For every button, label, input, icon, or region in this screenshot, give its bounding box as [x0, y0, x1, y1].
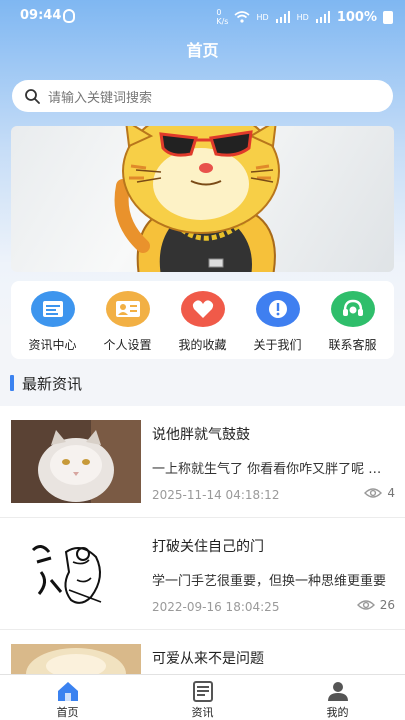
menu-item-my-favorites[interactable]: 我的收藏	[167, 291, 239, 353]
news-summary: 一上称就生气了 你看看你咋又胖了呢 奶凶奶凶的	[152, 462, 394, 477]
tab-mine[interactable]: 我的	[288, 675, 388, 720]
news-thumbnail	[11, 420, 141, 503]
status-indicators: 0 K/s HD HD 100%	[216, 8, 393, 26]
tab-label: 首页	[56, 706, 79, 719]
battery-percent: 100%	[336, 9, 377, 25]
tab-label: 我的	[326, 706, 349, 719]
search-icon	[25, 89, 40, 104]
signal-icon-2	[315, 11, 330, 23]
status-bar: 09:44 0 K/s HD HD 100%	[0, 0, 405, 32]
status-time: 09:44	[20, 8, 62, 23]
news-title: 说他胖就气鼓鼓	[152, 427, 250, 443]
tab-news[interactable]: 资讯	[153, 675, 253, 720]
menu-label: 资讯中心	[28, 338, 77, 352]
news-thumbnail	[11, 532, 141, 615]
news-item[interactable]: 说他胖就气鼓鼓 一上称就生气了 你看看你咋又胖了呢 奶凶奶凶的 2025-11-…	[0, 406, 405, 518]
menu-item-about-us[interactable]: 关于我们	[242, 291, 314, 353]
signal-icon-1	[275, 11, 290, 23]
news-summary: 学一门手艺很重要，但换一种思维更重要	[152, 574, 387, 589]
tab-home[interactable]: 首页	[18, 675, 118, 720]
user-icon	[327, 682, 348, 701]
search-bar[interactable]: 请输入关键词搜索	[12, 80, 393, 112]
eye-icon	[364, 488, 383, 498]
section-title: 最新资讯	[22, 374, 83, 393]
menu-item-personal-settings[interactable]: 个人设置	[92, 291, 164, 353]
heart-icon	[180, 291, 225, 327]
headset-icon	[330, 291, 375, 327]
menu-item-customer-service[interactable]: 联系客服	[317, 291, 389, 353]
banner-carousel[interactable]	[11, 126, 394, 272]
net-speed: 0 K/s	[216, 8, 229, 26]
view-count: 4	[387, 486, 395, 500]
hd-badge-1: HD	[256, 12, 269, 22]
profile-card-icon	[105, 291, 150, 327]
news-date: 2022-09-16 18:04:25	[152, 600, 280, 614]
menu-label: 联系客服	[328, 338, 377, 352]
news-title: 打破关住自己的门	[152, 539, 264, 555]
menu-label: 关于我们	[253, 338, 302, 352]
page-title: 首页	[186, 41, 219, 60]
news-date: 2025-11-14 04:18:12	[152, 488, 280, 502]
news-item[interactable]: 打破关住自己的门 学一门手艺很重要，但换一种思维更重要 2022-09-16 1…	[0, 518, 405, 630]
news-views: 4	[364, 486, 395, 500]
news-title: 可爱从来不是问题	[152, 651, 264, 667]
document-icon	[192, 681, 213, 702]
qq-notification-icon	[63, 9, 75, 23]
news-icon	[30, 291, 75, 327]
menu-label: 我的收藏	[178, 338, 227, 352]
section-accent-bar	[10, 375, 14, 391]
search-placeholder: 请输入关键词搜索	[48, 90, 153, 106]
hd-badge-2: HD	[296, 12, 309, 22]
tab-label: 资讯	[191, 706, 214, 719]
menu-item-news-center[interactable]: 资讯中心	[17, 291, 89, 353]
home-icon	[57, 682, 78, 701]
battery-icon	[383, 10, 393, 24]
wifi-icon	[234, 11, 250, 23]
menu-label: 个人设置	[103, 338, 152, 352]
view-count: 26	[379, 598, 395, 612]
section-header: 最新资讯	[10, 374, 83, 393]
news-list: 说他胖就气鼓鼓 一上称就生气了 你看看你咋又胖了呢 奶凶奶凶的 2025-11-…	[0, 406, 405, 720]
news-views: 26	[356, 598, 395, 612]
quick-menu: 资讯中心 个人设置 我的收藏 关于我们 联系客服	[11, 281, 394, 359]
bottom-tab-bar: 首页 资讯 我的	[0, 674, 405, 720]
banner-cat-illustration	[114, 126, 280, 272]
eye-icon	[356, 600, 375, 610]
info-icon	[255, 291, 300, 327]
